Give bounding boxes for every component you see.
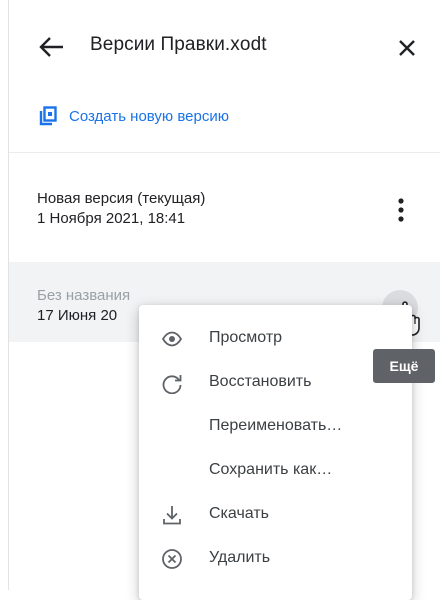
- copy-icon: [39, 106, 57, 126]
- more-tooltip: Ещё: [373, 349, 435, 383]
- version-date: 1 Ноября 2021, 18:41: [37, 210, 186, 227]
- version-date: 17 Июня 20: [37, 307, 118, 324]
- menu-item-label: Восстановить: [209, 373, 312, 390]
- versions-panel: Версии Правки.xodt Создать новую версию …: [8, 0, 440, 600]
- delete-icon: [162, 549, 182, 569]
- menu-item-rename[interactable]: Переименовать…: [139, 405, 412, 449]
- close-icon[interactable]: [398, 39, 416, 57]
- create-version-button[interactable]: Создать новую версию: [39, 104, 229, 128]
- arrow-left-icon[interactable]: [39, 37, 65, 57]
- menu-item-label: Просмотр: [209, 329, 283, 346]
- eye-icon: [161, 331, 183, 347]
- context-menu: Просмотр Восстановить Переименовать… Сох…: [139, 305, 412, 600]
- divider: [9, 152, 440, 153]
- menu-item-label: Скачать: [209, 505, 269, 522]
- menu-item-label: Сохранить как…: [209, 461, 333, 478]
- menu-item-delete[interactable]: Удалить: [139, 537, 412, 581]
- menu-item-label: Удалить: [209, 549, 271, 566]
- menu-item-view[interactable]: Просмотр: [139, 317, 412, 361]
- menu-item-label: Переименовать…: [209, 417, 343, 434]
- more-vertical-icon[interactable]: [394, 196, 408, 226]
- version-row-current[interactable]: Новая версия (текущая) 1 Ноября 2021, 18…: [9, 172, 440, 252]
- version-name: Без названия: [37, 287, 131, 304]
- menu-item-save-as[interactable]: Сохранить как…: [139, 449, 412, 493]
- download-icon: [163, 506, 181, 525]
- panel-header: Версии Правки.xodt: [9, 0, 440, 92]
- restore-icon: [162, 375, 182, 394]
- page-title: Версии Правки.xodt: [90, 34, 267, 55]
- create-version-label: Создать новую версию: [69, 107, 229, 125]
- menu-item-restore[interactable]: Восстановить: [139, 361, 412, 405]
- menu-item-download[interactable]: Скачать: [139, 493, 412, 537]
- version-name: Новая версия (текущая): [37, 190, 206, 207]
